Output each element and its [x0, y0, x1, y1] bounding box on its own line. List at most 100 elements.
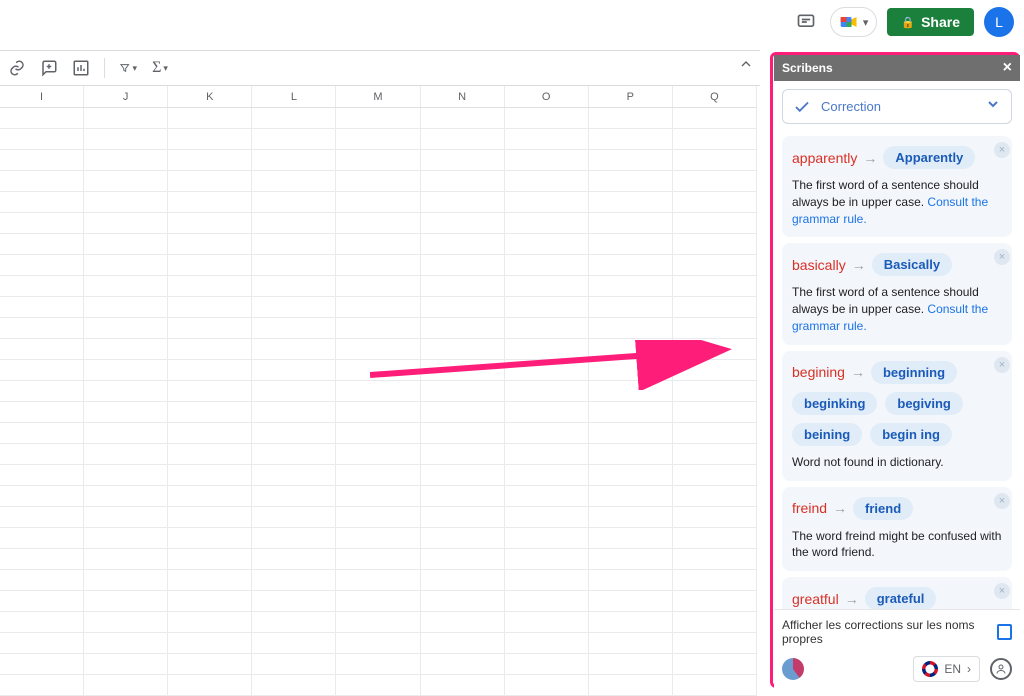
cell[interactable] — [252, 675, 336, 695]
cell[interactable] — [84, 465, 168, 485]
cell[interactable] — [168, 339, 252, 359]
cell[interactable] — [673, 108, 757, 128]
cell[interactable] — [336, 465, 420, 485]
cell[interactable] — [336, 612, 420, 632]
cell[interactable] — [505, 255, 589, 275]
cell[interactable] — [84, 633, 168, 653]
column-header[interactable]: L — [252, 86, 336, 107]
cell[interactable] — [252, 318, 336, 338]
cell[interactable] — [336, 360, 420, 380]
cell[interactable] — [0, 486, 84, 506]
cell[interactable] — [505, 402, 589, 422]
cell[interactable] — [589, 297, 673, 317]
cell[interactable] — [421, 654, 505, 674]
cell[interactable] — [168, 171, 252, 191]
table-row[interactable] — [0, 360, 757, 381]
cell[interactable] — [505, 591, 589, 611]
cell[interactable] — [336, 276, 420, 296]
cell[interactable] — [0, 129, 84, 149]
cell[interactable] — [589, 675, 673, 695]
cell[interactable] — [421, 633, 505, 653]
cell[interactable] — [421, 192, 505, 212]
cell[interactable] — [589, 465, 673, 485]
cell[interactable] — [336, 297, 420, 317]
cell[interactable] — [252, 129, 336, 149]
cell[interactable] — [673, 255, 757, 275]
correction-dropdown[interactable]: Correction — [782, 89, 1012, 124]
cell[interactable] — [252, 171, 336, 191]
cell[interactable] — [168, 129, 252, 149]
table-row[interactable] — [0, 297, 757, 318]
cell[interactable] — [252, 150, 336, 170]
cell[interactable] — [673, 444, 757, 464]
cell[interactable] — [0, 318, 84, 338]
cell[interactable] — [252, 570, 336, 590]
cell[interactable] — [336, 339, 420, 359]
cell[interactable] — [252, 591, 336, 611]
cell[interactable] — [0, 444, 84, 464]
cell[interactable] — [336, 528, 420, 548]
cell[interactable] — [168, 654, 252, 674]
table-row[interactable] — [0, 402, 757, 423]
cell[interactable] — [421, 444, 505, 464]
cell[interactable] — [589, 192, 673, 212]
cell[interactable] — [0, 381, 84, 401]
functions-icon[interactable]: Σ▾ — [151, 59, 169, 77]
cell[interactable] — [168, 234, 252, 254]
cell[interactable] — [336, 675, 420, 695]
cell[interactable] — [673, 381, 757, 401]
cell[interactable] — [84, 192, 168, 212]
cell[interactable] — [421, 381, 505, 401]
cell[interactable] — [84, 612, 168, 632]
cell[interactable] — [505, 654, 589, 674]
cell[interactable] — [336, 444, 420, 464]
cell[interactable] — [168, 150, 252, 170]
cell[interactable] — [589, 423, 673, 443]
cell[interactable] — [673, 528, 757, 548]
cell[interactable] — [505, 444, 589, 464]
dismiss-icon[interactable]: × — [994, 493, 1010, 509]
cell[interactable] — [505, 129, 589, 149]
table-row[interactable] — [0, 276, 757, 297]
cell[interactable] — [673, 570, 757, 590]
cell[interactable] — [673, 192, 757, 212]
table-row[interactable] — [0, 591, 757, 612]
cell[interactable] — [84, 528, 168, 548]
table-row[interactable] — [0, 339, 757, 360]
cell[interactable] — [505, 150, 589, 170]
cell[interactable] — [589, 276, 673, 296]
account-icon[interactable] — [990, 658, 1012, 680]
cell[interactable] — [84, 213, 168, 233]
cell[interactable] — [673, 129, 757, 149]
cell[interactable] — [589, 318, 673, 338]
cell[interactable] — [168, 423, 252, 443]
cell[interactable] — [673, 297, 757, 317]
table-row[interactable] — [0, 234, 757, 255]
cell[interactable] — [589, 402, 673, 422]
cell[interactable] — [589, 570, 673, 590]
cell[interactable] — [589, 381, 673, 401]
cell[interactable] — [505, 507, 589, 527]
cell[interactable] — [505, 339, 589, 359]
column-header[interactable]: M — [336, 86, 420, 107]
cell[interactable] — [84, 255, 168, 275]
cell[interactable] — [421, 234, 505, 254]
table-row[interactable] — [0, 381, 757, 402]
cell[interactable] — [505, 486, 589, 506]
cell[interactable] — [505, 108, 589, 128]
cell[interactable] — [168, 633, 252, 653]
scribens-logo-icon[interactable] — [782, 658, 804, 680]
suggestion-pill[interactable]: Basically — [872, 253, 952, 276]
cell[interactable] — [673, 150, 757, 170]
cell[interactable] — [252, 486, 336, 506]
cell[interactable] — [252, 549, 336, 569]
cell[interactable] — [0, 255, 84, 275]
table-row[interactable] — [0, 192, 757, 213]
cell[interactable] — [673, 486, 757, 506]
cell[interactable] — [673, 276, 757, 296]
cell[interactable] — [505, 528, 589, 548]
cell[interactable] — [673, 213, 757, 233]
dismiss-icon[interactable]: × — [994, 357, 1010, 373]
cell[interactable] — [84, 570, 168, 590]
cell[interactable] — [673, 591, 757, 611]
